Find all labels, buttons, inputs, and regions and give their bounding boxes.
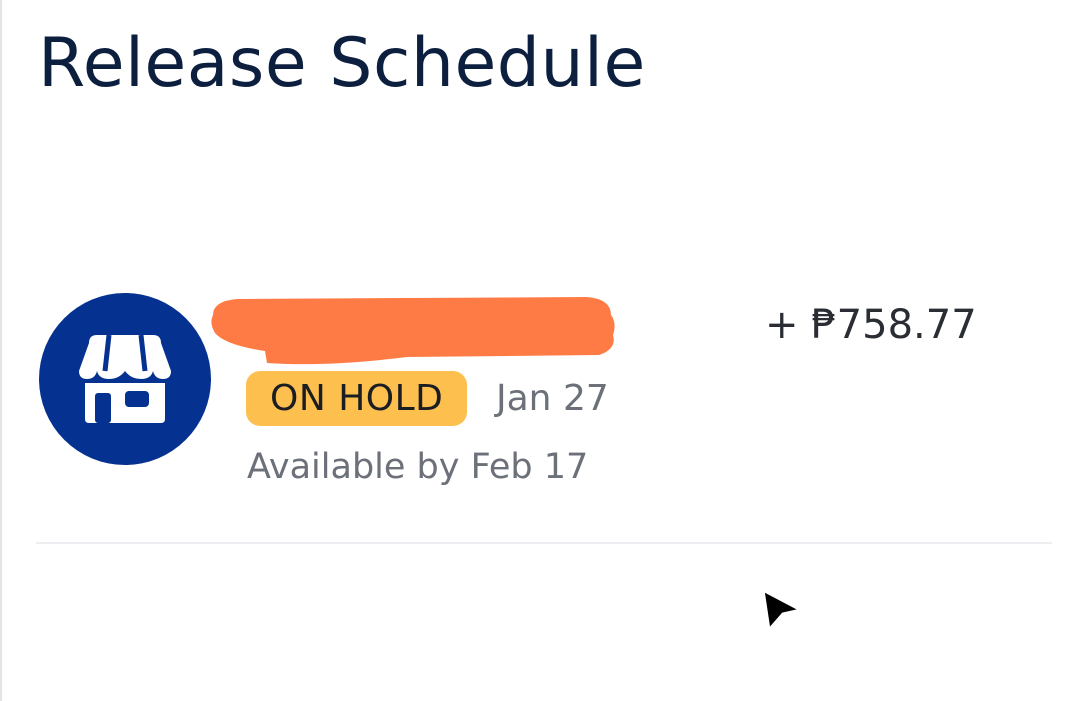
availability-text: Available by Feb 17 [247,447,589,487]
divider [36,542,1052,544]
pointer-arrow-icon [761,588,803,632]
merchant-avatar [39,293,211,465]
page-title: Release Schedule [38,24,646,103]
status-badge: ON HOLD [246,371,468,426]
storefront-icon [79,334,171,423]
release-schedule-screen: Release Schedule ON HOLD Jan 27 Availabl… [0,0,1080,701]
transaction-row[interactable]: ON HOLD Jan 27 Available by Feb 17 + ₱75… [2,290,1080,490]
transaction-date: Jan 27 [496,378,609,419]
redacted-merchant-name [211,297,615,365]
transaction-amount: + ₱758.77 [765,302,977,348]
